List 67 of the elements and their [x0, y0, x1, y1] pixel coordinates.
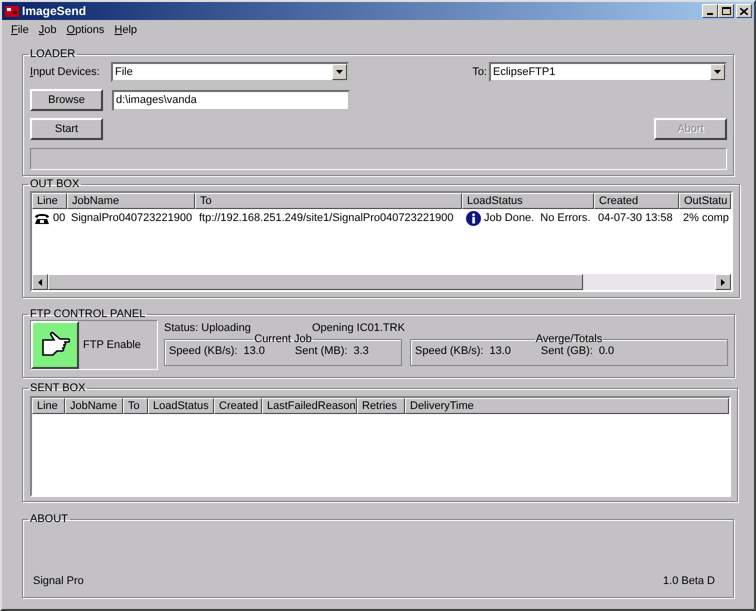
field-label: Speed (KB/s):: [169, 345, 238, 357]
table-cell: ftp://192.168.251.249/site1/SignalPro040723221900: [199, 212, 454, 224]
group-title: Current Job: [253, 333, 312, 345]
column-header[interactable]: To: [195, 193, 462, 209]
table-cell: 2% comp: [683, 212, 729, 224]
column-header[interactable]: Line: [32, 193, 67, 209]
dropdown-arrow-icon: [336, 70, 343, 74]
field-label: Speed (KB/s):: [415, 345, 484, 357]
status-text: Status: Uploading: [164, 322, 252, 334]
field-label: Sent (GB):: [540, 345, 593, 357]
group-title: OUT BOX: [29, 178, 80, 190]
product-name: Signal Pro: [33, 575, 84, 587]
column-header[interactable]: LastFailedReason: [262, 398, 357, 414]
column-header[interactable]: JobName: [65, 398, 123, 414]
field-label: Sent (MB):: [294, 345, 348, 357]
column-header[interactable]: Created: [594, 193, 679, 209]
field-label: To:: [472, 66, 487, 78]
column-header[interactable]: Created: [214, 398, 262, 414]
menu-item[interactable]: Options: [62, 24, 110, 36]
column-header[interactable]: JobName: [67, 193, 195, 209]
menu-item[interactable]: Job: [34, 24, 62, 36]
dropdown-arrow-icon: [714, 70, 721, 74]
column-header[interactable]: Line: [32, 398, 65, 414]
telephone-icon: [34, 212, 50, 224]
table-cell: Job Done. No Errors.: [484, 212, 590, 224]
table-cell: 00: [53, 212, 66, 224]
field-value: 3.3: [353, 345, 369, 357]
window-title: ImageSend: [22, 4, 86, 18]
status-message: Opening IC01.TRK: [312, 322, 405, 334]
field-value: 0.0: [598, 345, 614, 357]
column-header[interactable]: OutStatu: [679, 193, 731, 209]
info-icon: [466, 210, 481, 226]
maximize-icon: [722, 7, 730, 15]
menu-item[interactable]: File: [6, 24, 34, 36]
scroll-left-icon: [38, 278, 42, 286]
version-text: 1.0 Beta D: [663, 575, 715, 587]
input-devices-dropdown[interactable]: File: [111, 62, 349, 82]
ftp-enable-button[interactable]: [31, 321, 79, 369]
close-icon: [740, 8, 748, 14]
button-label: FTP Enable: [83, 339, 141, 351]
group-title: LOADER: [29, 48, 76, 60]
close-button[interactable]: [736, 4, 752, 18]
column-header[interactable]: To: [123, 398, 148, 414]
group-title: ABOUT: [29, 513, 69, 525]
start-button[interactable]: Start: [30, 118, 103, 140]
path-field[interactable]: d:\images\vanda: [112, 90, 350, 110]
browse-button[interactable]: Browse: [30, 89, 103, 111]
column-header[interactable]: LoadStatus: [148, 398, 214, 414]
column-header[interactable]: Retries: [357, 398, 405, 414]
column-header[interactable]: DeliveryTime: [405, 398, 729, 414]
column-header[interactable]: LoadStatus: [462, 193, 594, 209]
maximize-button[interactable]: [718, 4, 734, 18]
menu-item[interactable]: Help: [109, 24, 142, 36]
field-value: 13.0: [243, 345, 265, 357]
scroll-right-icon: [721, 278, 725, 286]
table-cell: 04-07-30 13:58: [598, 212, 673, 224]
table-cell: SignalPro040723221900: [71, 212, 192, 224]
hand-icon: [40, 331, 70, 359]
minimize-button[interactable]: [702, 4, 718, 18]
destination-dropdown[interactable]: EclipseFTP1: [489, 62, 727, 82]
group-title: FTP CONTROL PANEL: [29, 308, 146, 320]
field-label: Input Devices:: [30, 66, 101, 78]
field-value: 13.0: [489, 345, 511, 357]
app-icon: [4, 4, 20, 18]
horizontal-scrollbar[interactable]: [32, 274, 731, 290]
group-title: Averge/Totals: [534, 333, 604, 345]
group-title: SENT BOX: [29, 382, 86, 394]
